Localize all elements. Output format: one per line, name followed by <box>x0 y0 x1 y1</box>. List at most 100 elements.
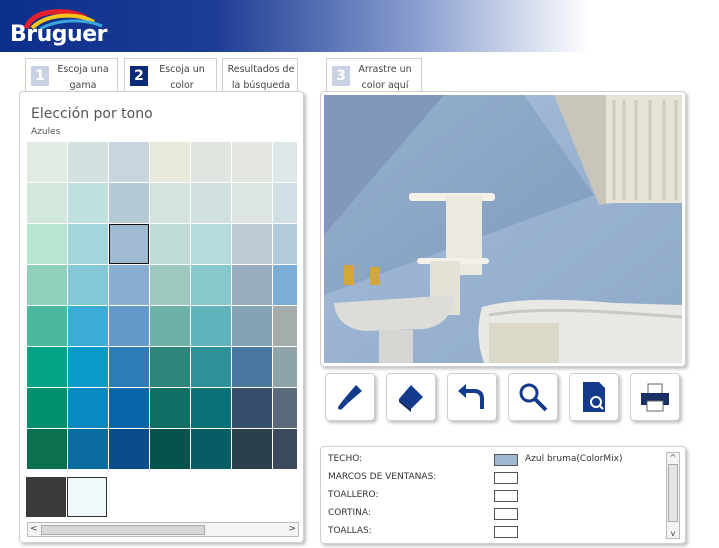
color-swatch[interactable] <box>27 183 67 223</box>
surface-row[interactable]: CORTINA: <box>328 505 518 521</box>
zoom-button[interactable] <box>508 373 558 421</box>
color-swatch[interactable] <box>27 347 67 387</box>
surface-color-box[interactable] <box>494 490 518 502</box>
color-swatch[interactable] <box>273 429 297 469</box>
scroll-left-arrow[interactable]: < <box>30 523 38 536</box>
surface-label: TOALLAS: <box>328 526 372 536</box>
step-choose-color[interactable]: 2 Escoja un color <box>124 58 217 91</box>
color-swatch[interactable] <box>273 183 297 223</box>
color-swatch[interactable] <box>27 388 67 428</box>
document-search-button[interactable] <box>569 373 619 421</box>
color-swatch[interactable] <box>27 142 67 182</box>
color-swatch[interactable] <box>109 142 149 182</box>
color-swatch[interactable] <box>273 265 297 305</box>
color-swatch[interactable] <box>27 429 67 469</box>
color-swatch[interactable] <box>68 429 108 469</box>
print-button[interactable] <box>630 373 680 421</box>
color-swatch[interactable] <box>109 388 149 428</box>
paint-brush-icon <box>338 385 362 410</box>
color-swatch[interactable] <box>191 183 231 223</box>
color-swatch[interactable] <box>68 183 108 223</box>
color-swatch[interactable] <box>109 347 149 387</box>
color-swatch[interactable] <box>68 142 108 182</box>
surface-row[interactable]: TOALLERO: <box>328 487 518 503</box>
step-label: Arrastre un color aquí <box>358 64 412 91</box>
color-swatch[interactable] <box>150 429 190 469</box>
color-swatch[interactable] <box>150 306 190 346</box>
color-swatch[interactable] <box>68 224 108 264</box>
color-swatch[interactable] <box>273 224 297 264</box>
color-swatch[interactable] <box>150 183 190 223</box>
color-swatch[interactable] <box>273 142 297 182</box>
eraser-icon <box>399 385 423 412</box>
recent-color-chip[interactable] <box>26 477 66 517</box>
color-swatch[interactable] <box>68 265 108 305</box>
color-swatch[interactable] <box>150 224 190 264</box>
surface-color-box[interactable] <box>494 508 518 520</box>
scroll-right-arrow[interactable]: > <box>288 523 296 536</box>
brand-name: Bruguer <box>10 22 107 47</box>
color-swatch[interactable] <box>191 224 231 264</box>
color-swatch[interactable] <box>150 347 190 387</box>
color-swatch[interactable] <box>109 224 149 264</box>
color-swatch[interactable] <box>150 142 190 182</box>
color-swatch[interactable] <box>150 265 190 305</box>
scroll-up-arrow[interactable]: ^ <box>667 453 679 462</box>
surface-label: TECHO: <box>328 454 363 464</box>
color-swatch[interactable] <box>191 429 231 469</box>
step-search-results[interactable]: Resultados de la búsqueda <box>222 58 298 91</box>
color-swatch[interactable] <box>232 388 272 428</box>
bruguer-logo[interactable]: Bruguer <box>10 8 110 52</box>
scroll-down-arrow[interactable]: v <box>667 529 679 538</box>
color-swatch[interactable] <box>273 306 297 346</box>
color-swatch[interactable] <box>150 388 190 428</box>
color-swatch[interactable] <box>109 265 149 305</box>
color-swatch[interactable] <box>27 224 67 264</box>
color-swatch[interactable] <box>232 224 272 264</box>
color-swatch[interactable] <box>68 347 108 387</box>
color-swatch[interactable] <box>191 388 231 428</box>
picker-title: Elección por tono <box>31 106 153 122</box>
color-swatch[interactable] <box>232 142 272 182</box>
paint-brush-button[interactable] <box>325 373 375 421</box>
color-swatch[interactable] <box>232 265 272 305</box>
color-swatch[interactable] <box>273 388 297 428</box>
surface-row[interactable]: MARCOS DE VENTANAS: <box>328 469 518 485</box>
recent-color-chip[interactable] <box>67 477 107 517</box>
surface-color-box[interactable] <box>494 454 518 466</box>
color-swatch[interactable] <box>191 265 231 305</box>
scrollbar-thumb[interactable] <box>668 464 678 522</box>
step-label: Escoja un color <box>159 64 205 91</box>
color-swatch[interactable] <box>232 429 272 469</box>
color-swatch[interactable] <box>68 306 108 346</box>
color-swatch[interactable] <box>27 265 67 305</box>
color-swatch[interactable] <box>232 347 272 387</box>
color-swatch[interactable] <box>109 429 149 469</box>
surface-color-box[interactable] <box>494 526 518 538</box>
color-swatch[interactable] <box>68 388 108 428</box>
color-swatch[interactable] <box>273 347 297 387</box>
undo-button[interactable] <box>447 373 497 421</box>
step-choose-range[interactable]: 1 Escoja una gama <box>25 58 118 91</box>
step-drag-color[interactable]: 3 Arrastre un color aquí <box>326 58 422 91</box>
color-swatch[interactable] <box>191 347 231 387</box>
step-number: 1 <box>31 66 49 86</box>
color-swatch[interactable] <box>191 142 231 182</box>
scrollbar-thumb[interactable] <box>41 525 205 535</box>
vertical-scrollbar[interactable]: ^ v <box>666 452 680 539</box>
surfaces-list-panel: TECHO: Azul bruma(ColorMix) MARCOS DE VE… <box>320 446 686 544</box>
color-swatch[interactable] <box>232 183 272 223</box>
bathroom-preview-image[interactable] <box>324 95 682 363</box>
color-picker-panel: Elección por tono Azules < > <box>19 91 304 543</box>
surface-row[interactable]: TECHO: Azul bruma(ColorMix) <box>328 451 622 467</box>
horizontal-scrollbar[interactable]: < > <box>27 522 299 537</box>
undo-icon <box>458 384 484 409</box>
surface-color-box[interactable] <box>494 472 518 484</box>
color-swatch[interactable] <box>109 183 149 223</box>
color-swatch[interactable] <box>191 306 231 346</box>
surface-row[interactable]: TOALLAS: <box>328 523 518 539</box>
color-swatch[interactable] <box>232 306 272 346</box>
color-swatch[interactable] <box>109 306 149 346</box>
eraser-button[interactable] <box>386 373 436 421</box>
color-swatch[interactable] <box>27 306 67 346</box>
